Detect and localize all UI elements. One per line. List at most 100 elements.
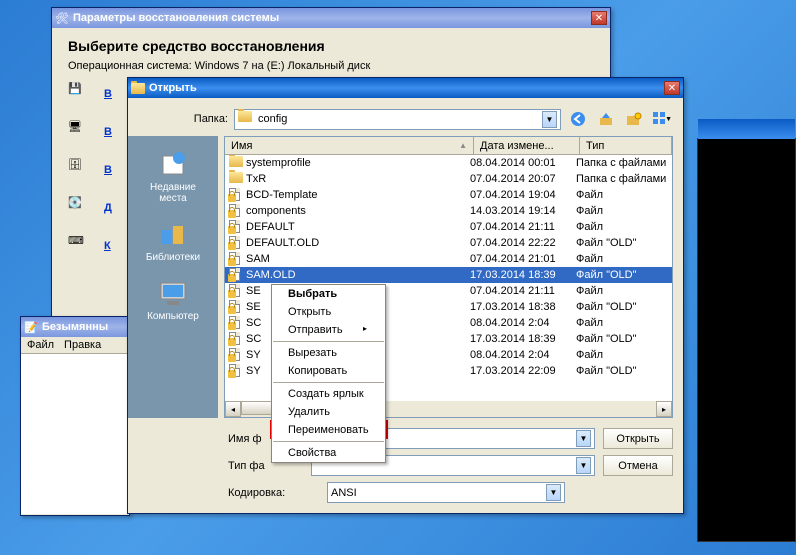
folder-combo[interactable]: config ▼ [234,109,561,130]
context-menu: ВыбратьОткрытьОтправить▸ ВырезатьКопирова… [271,284,386,463]
recovery-heading: Выберите средство восстановления [68,38,594,54]
file-date: 17.03.2014 22:09 [470,365,576,377]
col-date[interactable]: Дата измене... [474,137,580,154]
file-type: Файл "OLD" [576,365,668,377]
open-titlebar[interactable]: Открыть ✕ [128,78,683,98]
context-menu-item[interactable]: Открыть [272,303,385,321]
place-icon [157,277,189,309]
file-icon [229,316,243,330]
context-menu-item[interactable]: Отправить▸ [272,321,385,339]
file-row[interactable]: systemprofile08.04.2014 00:01Папка с фай… [225,155,672,171]
file-type: Файл "OLD" [576,269,668,281]
views-button[interactable]: ▼ [651,108,673,130]
file-type: Файл "OLD" [576,333,668,345]
context-menu-item[interactable]: Выбрать [272,285,385,303]
option-link[interactable]: В [104,88,112,100]
option-icon: ⌨ [68,234,96,258]
notepad-menubar: Файл Правка [21,337,129,354]
recovery-title: Параметры восстановления системы [73,12,591,24]
option-link[interactable]: Д [104,202,112,214]
chevron-down-icon[interactable]: ▼ [576,457,591,474]
file-date: 17.03.2014 18:39 [470,333,576,345]
context-menu-item[interactable]: Удалить [272,403,385,421]
chevron-down-icon[interactable]: ▼ [576,430,591,447]
file-type: Файл [576,317,668,329]
file-row[interactable]: BCD-Template07.04.2014 19:04Файл [225,187,672,203]
scroll-right-icon[interactable]: ▸ [656,401,672,417]
file-name: DEFAULT [246,221,470,233]
file-date: 07.04.2014 21:11 [470,285,576,297]
place-item[interactable]: Компьютер [132,273,214,326]
close-icon[interactable]: ✕ [591,11,607,25]
context-menu-item[interactable]: Свойства [272,444,385,462]
file-icon [229,284,243,298]
option-link[interactable]: К [104,240,111,252]
context-menu-item[interactable]: Создать ярлык [272,385,385,403]
file-row[interactable]: SAM07.04.2014 21:01Файл [225,251,672,267]
context-menu-item[interactable]: Копировать [272,362,385,380]
chevron-down-icon[interactable]: ▼ [546,484,561,501]
file-row[interactable]: TxR07.04.2014 20:07Папка с файлами [225,171,672,187]
place-label: Библиотеки [146,252,200,263]
notepad-window: 📝 Безымянны Файл Правка [20,316,130,516]
option-icon: 💽 [68,196,96,220]
file-type: Файл "OLD" [576,301,668,313]
scroll-left-icon[interactable]: ◂ [225,401,241,417]
option-link[interactable]: В [104,164,112,176]
file-type: Файл "OLD" [576,237,668,249]
file-row[interactable]: DEFAULT07.04.2014 21:11Файл [225,219,672,235]
cancel-button[interactable]: Отмена [603,455,673,476]
folder-name: config [258,113,287,125]
file-icon [229,364,243,378]
context-menu-item[interactable]: Переименовать [272,421,385,439]
option-icon: 🗄 [68,158,96,182]
file-row[interactable]: components14.03.2014 19:14Файл [225,203,672,219]
menu-item[interactable]: Правка [64,339,101,351]
notepad-titlebar[interactable]: 📝 Безымянны [21,317,129,337]
folder-label: Папка: [186,113,228,125]
new-folder-button[interactable] [623,108,645,130]
open-button[interactable]: Открыть [603,428,673,449]
folder-icon [229,156,243,170]
column-headers: Имя▲ Дата измене... Тип [225,137,672,155]
place-item[interactable]: Недавние места [132,144,214,208]
encoding-field[interactable]: ANSI▼ [327,482,565,503]
file-icon [229,268,243,282]
chevron-down-icon[interactable]: ▼ [542,111,557,128]
file-icon [229,220,243,234]
open-window-icon [131,81,145,95]
option-link[interactable]: В [104,126,112,138]
file-date: 08.04.2014 2:04 [470,349,576,361]
col-type[interactable]: Тип [580,137,672,154]
places-bar: Недавние места Библиотеки Компьютер [128,136,218,418]
file-icon [229,332,243,346]
file-name: DEFAULT.OLD [246,237,470,249]
context-menu-item[interactable]: Вырезать [272,344,385,362]
window-icon: 🛠 [55,11,69,25]
file-name: systemprofile [246,157,470,169]
file-date: 14.03.2014 19:14 [470,205,576,217]
place-item[interactable]: Библиотеки [132,214,214,267]
file-date: 07.04.2014 19:04 [470,189,576,201]
recovery-titlebar[interactable]: 🛠 Параметры восстановления системы ✕ [52,8,610,28]
up-button[interactable] [595,108,617,130]
file-date: 17.03.2014 18:39 [470,269,576,281]
file-icon [229,348,243,362]
recovery-sub: Операционная система: Windows 7 на (E:) … [68,60,594,72]
file-icon [229,300,243,314]
notepad-canvas[interactable] [21,354,129,514]
notepad-icon: 📝 [24,320,38,334]
file-row[interactable]: DEFAULT.OLD07.04.2014 22:22Файл "OLD" [225,235,672,251]
file-name: SAM.OLD [246,269,470,281]
file-row[interactable]: SAM.OLD17.03.2014 18:39Файл "OLD" [225,267,672,283]
separator [273,382,384,383]
back-button[interactable] [567,108,589,130]
notepad-title: Безымянны [42,321,126,333]
open-title: Открыть [149,82,664,94]
close-icon[interactable]: ✕ [664,81,680,95]
col-name[interactable]: Имя▲ [225,137,474,154]
file-icon [229,252,243,266]
submenu-arrow-icon: ▸ [363,324,367,333]
menu-item[interactable]: Файл [27,339,54,351]
sort-arrow-icon: ▲ [459,141,467,150]
